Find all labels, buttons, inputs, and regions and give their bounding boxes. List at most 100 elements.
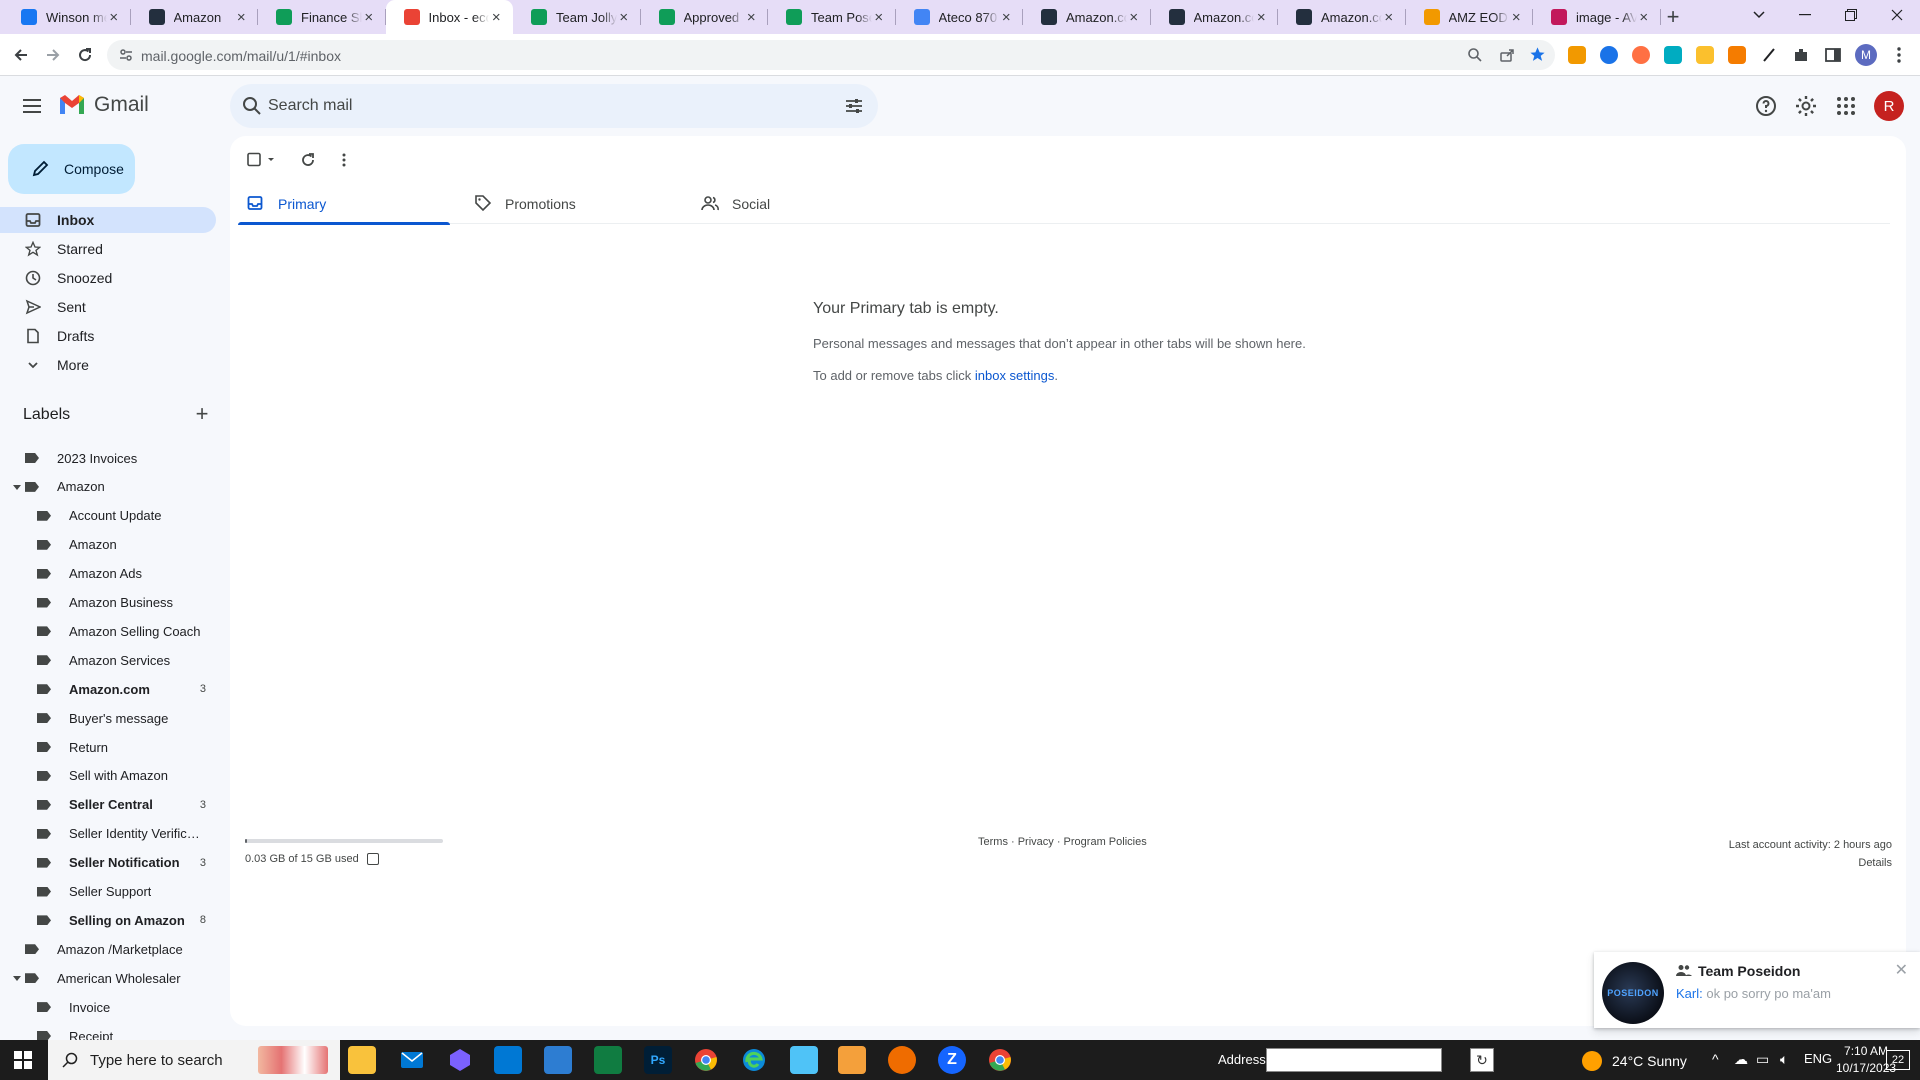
extension-icon[interactable] <box>1664 46 1682 64</box>
close-tab-icon[interactable]: × <box>1254 9 1268 26</box>
extensions-puzzle-icon[interactable] <box>1792 46 1810 64</box>
extension-icon[interactable] <box>1632 46 1650 64</box>
photoshop-icon[interactable]: Ps <box>644 1046 672 1074</box>
label-item[interactable]: Amazon Business <box>0 591 210 615</box>
weather-widget[interactable]: 24°C Sunny <box>1582 1051 1687 1071</box>
label-item[interactable]: Sell with Amazon <box>0 764 210 788</box>
close-tab-icon[interactable]: × <box>107 9 121 26</box>
label-item[interactable]: Buyer's message <box>0 706 210 730</box>
tab-primary[interactable]: Primary <box>238 184 450 225</box>
label-item[interactable]: American Wholesaler <box>0 966 210 990</box>
label-item[interactable]: Invoice <box>0 995 210 1019</box>
search-bar[interactable] <box>230 84 878 128</box>
address-toolbar-input[interactable] <box>1266 1048 1442 1072</box>
minimize-button[interactable] <box>1782 0 1828 30</box>
label-item[interactable]: Return <box>0 735 210 759</box>
expand-caret-icon[interactable] <box>13 484 21 490</box>
chrome-icon[interactable] <box>692 1046 720 1074</box>
help-icon[interactable] <box>1754 94 1778 123</box>
close-tab-icon[interactable]: × <box>872 9 886 26</box>
browser-tab[interactable]: Amazon.co × <box>1278 0 1406 34</box>
network-icon[interactable]: ▭ <box>1756 1051 1769 1068</box>
label-item[interactable]: Amazon <box>0 475 210 499</box>
browser-tab[interactable]: Team Pose × <box>768 0 896 34</box>
label-item[interactable]: Seller Support <box>0 880 210 904</box>
create-label-icon[interactable]: + <box>190 401 214 426</box>
close-tab-icon[interactable]: × <box>999 9 1013 26</box>
browser-tab[interactable]: Finance Sh × <box>258 0 386 34</box>
onedrive-cloud-icon[interactable]: ☁ <box>1734 1051 1748 1068</box>
more-options-icon[interactable] <box>330 146 358 174</box>
extension-icon[interactable] <box>1696 46 1714 64</box>
extension-icon[interactable] <box>1568 46 1586 64</box>
close-icon[interactable]: ✕ <box>1895 960 1908 980</box>
sidebar-item-sent[interactable]: Sent <box>0 294 216 320</box>
details-link[interactable]: Details <box>1729 854 1892 872</box>
address-bar[interactable]: mail.google.com/mail/u/1/#inbox <box>107 40 1555 70</box>
label-item[interactable]: Amazon Services <box>0 648 210 672</box>
close-tab-icon[interactable]: × <box>1127 9 1141 26</box>
label-item[interactable]: Seller Identity Verifica... <box>0 822 210 846</box>
close-tab-icon[interactable]: × <box>617 9 631 26</box>
zoom-icon[interactable] <box>1467 47 1483 68</box>
close-tab-icon[interactable]: × <box>744 9 758 26</box>
reload-button[interactable] <box>72 42 98 68</box>
app-icon[interactable] <box>838 1046 866 1074</box>
address-go-icon[interactable]: ↻ <box>1470 1048 1494 1072</box>
label-item[interactable]: Seller Central 3 <box>0 793 210 817</box>
expand-caret-icon[interactable] <box>13 976 21 982</box>
telegram-icon[interactable] <box>888 1046 916 1074</box>
extension-icon[interactable] <box>1728 46 1746 64</box>
label-item[interactable]: Amazon <box>0 533 210 557</box>
browser-tab[interactable]: image - AV × <box>1533 0 1661 34</box>
store-icon[interactable] <box>494 1046 522 1074</box>
sidebar-item-starred[interactable]: Starred <box>0 236 216 262</box>
close-tab-icon[interactable]: × <box>362 9 376 26</box>
restore-button[interactable] <box>1828 0 1874 30</box>
label-item[interactable]: Amazon /Marketplace <box>0 937 210 961</box>
extension-icon[interactable] <box>1600 46 1618 64</box>
forward-button[interactable] <box>40 42 66 68</box>
notification-center-icon[interactable]: 22 <box>1886 1050 1910 1070</box>
volume-icon[interactable]: 🔈︎ <box>1780 1051 1788 1068</box>
sidebar-item-drafts[interactable]: Drafts <box>0 323 216 349</box>
external-link-icon[interactable] <box>366 853 379 865</box>
label-item[interactable]: Amazon.com 3 <box>0 677 210 701</box>
inbox-settings-link[interactable]: inbox settings <box>975 368 1055 383</box>
chrome-active-icon[interactable] <box>986 1046 1014 1074</box>
search-icon[interactable] <box>242 96 262 121</box>
browser-tab[interactable]: Team Jolly × <box>513 0 641 34</box>
taskbar-search[interactable]: Type here to search <box>48 1040 340 1080</box>
profile-avatar[interactable]: M <box>1855 44 1877 66</box>
close-tab-icon[interactable]: × <box>1382 9 1396 26</box>
remote-desktop-icon[interactable] <box>544 1046 572 1074</box>
zalo-icon[interactable]: Z <box>938 1046 966 1074</box>
back-button[interactable] <box>8 42 34 68</box>
tab-social[interactable]: Social <box>692 184 904 224</box>
close-tab-icon[interactable]: × <box>234 9 248 26</box>
search-options-icon[interactable] <box>844 96 864 121</box>
label-item[interactable]: Selling on Amazon 8 <box>0 908 210 932</box>
search-highlight-image[interactable] <box>258 1046 328 1074</box>
site-info-icon[interactable] <box>119 48 133 67</box>
sidebar-item-inbox[interactable]: Inbox <box>0 207 216 233</box>
browser-tab[interactable]: Amazon.co × <box>1023 0 1151 34</box>
tab-search-button[interactable] <box>1736 0 1782 30</box>
label-item[interactable]: Amazon Selling Coach <box>0 619 210 643</box>
main-menu-icon[interactable] <box>20 94 44 123</box>
account-avatar[interactable]: R <box>1874 91 1904 121</box>
app-icon[interactable] <box>790 1046 818 1074</box>
share-icon[interactable] <box>1499 47 1515 68</box>
apps-grid-icon[interactable] <box>1834 94 1858 123</box>
browser-tab[interactable]: Inbox - ecc × <box>385 0 513 34</box>
footer-links[interactable]: Terms · Privacy · Program Policies <box>978 836 1147 848</box>
label-item[interactable]: Account Update <box>0 504 210 528</box>
calculator-icon[interactable] <box>594 1046 622 1074</box>
tab-promotions[interactable]: Promotions <box>465 184 677 224</box>
select-all-checkbox[interactable] <box>242 146 282 174</box>
extension-icon[interactable] <box>1760 46 1778 64</box>
settings-gear-icon[interactable] <box>1794 94 1818 123</box>
close-tab-icon[interactable]: × <box>489 9 503 26</box>
close-tab-icon[interactable]: × <box>1637 9 1651 26</box>
mail-app-icon[interactable] <box>398 1046 426 1074</box>
